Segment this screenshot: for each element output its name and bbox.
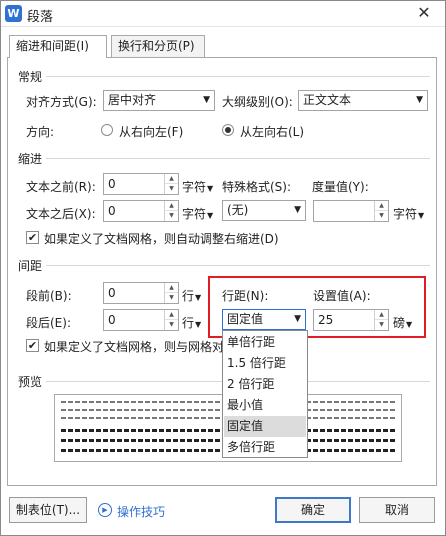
window-title: 段落 — [27, 10, 54, 25]
setting-value-unit[interactable]: 磅▼ — [393, 314, 412, 331]
indent-spacing-panel: 常规 对齐方式(G): 居中对齐 ▼ 大纲级别(O): 正文文本 ▼ 方向: 从… — [7, 57, 437, 486]
chevron-down-icon: ▼ — [207, 211, 214, 220]
spin-up-icon[interactable]: ▲ — [165, 201, 178, 211]
title-bar: W 段落 ✕ — [1, 1, 445, 27]
indent-before-spinner[interactable]: 0 ▲ ▼ — [103, 173, 179, 195]
cancel-button[interactable]: 取消 — [359, 497, 435, 523]
spin-up-icon[interactable]: ▲ — [165, 174, 178, 184]
chevron-down-icon: ▼ — [416, 95, 423, 105]
chevron-down-icon: ▼ — [195, 293, 202, 302]
line-spacing-option[interactable]: 单倍行距 — [224, 332, 306, 353]
spacing-grid-checkbox-label[interactable]: 如果定义了文档网格，则与网格对齐 — [44, 338, 222, 355]
tab-line-page-breaks[interactable]: 换行和分页(P) — [111, 35, 205, 57]
rtl-radio[interactable] — [101, 124, 113, 136]
spacing-after-unit[interactable]: 行▼ — [182, 314, 201, 331]
paragraph-dialog: W 段落 ✕ 缩进和间距(I) 换行和分页(P) 常规 对齐方式(G): 居中对… — [0, 0, 446, 536]
indent-after-spinner[interactable]: 0 ▲ ▼ — [103, 200, 179, 222]
chevron-down-icon: ▼ — [418, 211, 425, 220]
spin-down-icon[interactable]: ▼ — [375, 211, 388, 221]
spin-up-icon[interactable]: ▲ — [375, 201, 388, 211]
close-button[interactable]: ✕ — [409, 3, 439, 23]
spacing-section-title: 间距 — [18, 259, 43, 273]
line-spacing-label: 行距(N): — [222, 289, 269, 303]
indent-divider — [46, 158, 430, 159]
chevron-down-icon: ▼ — [195, 320, 202, 329]
rtl-label[interactable]: 从右向左(F) — [119, 123, 183, 140]
line-spacing-option[interactable]: 2 倍行距 — [224, 374, 306, 395]
setting-value-label: 设置值(A): — [313, 289, 371, 303]
ltr-radio[interactable] — [222, 124, 234, 136]
chevron-down-icon: ▼ — [203, 95, 210, 105]
outline-level-select[interactable]: 正文文本 ▼ — [298, 90, 428, 111]
indent-section-title: 缩进 — [18, 152, 43, 166]
line-spacing-option[interactable]: 多倍行距 — [224, 437, 306, 458]
measure-spinner[interactable]: ▲ ▼ — [313, 200, 389, 222]
line-spacing-option[interactable]: 1.5 倍行距 — [224, 353, 306, 374]
indent-after-label: 文本之后(X): — [26, 207, 96, 221]
chevron-down-icon: ▼ — [207, 184, 214, 193]
line-spacing-select[interactable]: 固定值 ▼ — [222, 309, 306, 330]
spin-up-icon[interactable]: ▲ — [375, 310, 388, 320]
measure-unit-text: 字符 — [393, 207, 418, 221]
wps-logo-icon: W — [5, 5, 22, 22]
general-section-title: 常规 — [18, 70, 43, 84]
spin-down-icon[interactable]: ▼ — [375, 320, 388, 330]
line-spacing-dropdown: 单倍行距 1.5 倍行距 2 倍行距 最小值 固定值 多倍行距 — [222, 330, 308, 458]
direction-label: 方向: — [26, 125, 55, 139]
indent-after-unit-text: 字符 — [182, 207, 207, 221]
alignment-select[interactable]: 居中对齐 ▼ — [103, 90, 215, 111]
chevron-down-icon: ▼ — [294, 205, 301, 215]
spin-up-icon[interactable]: ▲ — [165, 310, 178, 320]
special-format-select[interactable]: (无) ▼ — [222, 200, 306, 221]
ltr-label[interactable]: 从左向右(L) — [240, 123, 304, 140]
tab-indent-spacing[interactable]: 缩进和间距(I) — [9, 35, 107, 58]
setting-value-unit-text: 磅 — [393, 316, 406, 330]
tips-link[interactable]: 操作技巧 — [117, 503, 165, 520]
spin-down-icon[interactable]: ▼ — [165, 211, 178, 221]
indent-before-value: 0 — [108, 177, 116, 191]
spin-up-icon[interactable]: ▲ — [165, 283, 178, 293]
general-divider — [46, 76, 430, 77]
outline-level-label: 大纲级别(O): — [222, 95, 293, 109]
spacing-before-label: 段前(B): — [26, 289, 72, 303]
special-format-value: (无) — [227, 203, 249, 217]
spacing-grid-checkbox[interactable]: ✔ — [26, 339, 39, 352]
chevron-down-icon: ▼ — [406, 320, 413, 329]
setting-value-spinner[interactable]: 25 ▲ ▼ — [313, 309, 389, 331]
spacing-before-spinner[interactable]: 0 ▲ ▼ — [103, 282, 179, 304]
spacing-before-unit[interactable]: 行▼ — [182, 287, 201, 304]
spin-down-icon[interactable]: ▼ — [165, 184, 178, 194]
ok-button[interactable]: 确定 — [275, 497, 351, 523]
indent-after-unit[interactable]: 字符▼ — [182, 205, 213, 222]
play-circle-icon[interactable]: ▶ — [98, 503, 112, 517]
indent-grid-checkbox-label[interactable]: 如果定义了文档网格，则自动调整右缩进(D) — [44, 230, 279, 247]
spacing-divider — [46, 265, 430, 266]
indent-before-unit-text: 字符 — [182, 180, 207, 194]
indent-before-label: 文本之前(R): — [26, 180, 96, 194]
indent-after-value: 0 — [108, 204, 116, 218]
measure-label: 度量值(Y): — [312, 180, 369, 194]
setting-value: 25 — [318, 313, 334, 327]
indent-before-unit[interactable]: 字符▼ — [182, 178, 213, 195]
spacing-after-value: 0 — [108, 313, 116, 327]
chevron-down-icon: ▼ — [294, 314, 301, 324]
alignment-label: 对齐方式(G): — [26, 95, 97, 109]
spin-down-icon[interactable]: ▼ — [165, 293, 178, 303]
line-spacing-option-selected[interactable]: 固定值 — [224, 416, 306, 437]
line-spacing-option[interactable]: 最小值 — [224, 395, 306, 416]
measure-unit[interactable]: 字符▼ — [393, 205, 424, 222]
spacing-before-value: 0 — [108, 286, 116, 300]
outline-level-value: 正文文本 — [303, 93, 352, 107]
spacing-after-unit-text: 行 — [182, 316, 195, 330]
spacing-after-spinner[interactable]: 0 ▲ ▼ — [103, 309, 179, 331]
spin-down-icon[interactable]: ▼ — [165, 320, 178, 330]
special-format-label: 特殊格式(S): — [222, 180, 292, 194]
spacing-after-label: 段后(E): — [26, 316, 71, 330]
indent-grid-checkbox[interactable]: ✔ — [26, 231, 39, 244]
preview-section-title: 预览 — [18, 375, 43, 389]
line-spacing-value: 固定值 — [227, 312, 264, 326]
spacing-before-unit-text: 行 — [182, 289, 195, 303]
alignment-value: 居中对齐 — [108, 93, 157, 107]
tab-stops-button[interactable]: 制表位(T)... — [9, 497, 87, 523]
